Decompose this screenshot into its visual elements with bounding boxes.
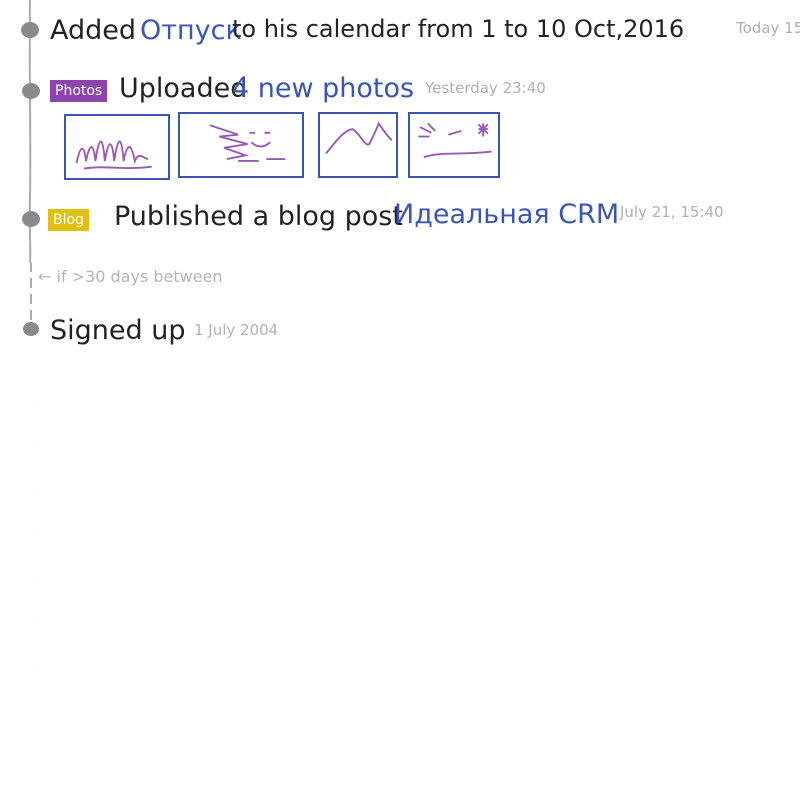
- event-4-text-before: Signed up: [50, 315, 186, 346]
- event-1-time: Today 15:: [736, 19, 800, 37]
- event-4-time: 1 July 2004: [194, 321, 279, 339]
- event-3-link[interactable]: Идеальная CRM: [394, 201, 619, 228]
- event-2-time: Yesterday 23:40: [425, 79, 546, 97]
- sketch-mountains-icon: [325, 121, 393, 155]
- event-3-time: July 21, 15:40: [620, 203, 724, 221]
- event-1-link[interactable]: Отпуск: [140, 17, 242, 44]
- photo-thumbnail[interactable]: [318, 112, 398, 178]
- timeline-dot: [21, 22, 39, 38]
- gap-annotation: ← if >30 days between: [38, 267, 223, 286]
- sketch-lines-face-icon: [209, 124, 286, 162]
- sketch-waves-icon: [75, 140, 152, 170]
- event-3-text-before: Published a blog post: [114, 201, 403, 232]
- timeline-dot: [23, 322, 39, 336]
- activity-timeline: Added Отпуск to his calendar from 1 to 1…: [0, 0, 800, 800]
- timeline-dot: [22, 83, 40, 99]
- event-2-text-before: Uploaded: [119, 73, 248, 104]
- event-1-text-after: to his calendar from 1 to 10 Oct,2016: [232, 15, 685, 43]
- event-2-link[interactable]: 4 new photos: [232, 75, 414, 102]
- blog-tag: Blog: [48, 209, 89, 231]
- sketch-sun-horizon-icon: [418, 122, 492, 159]
- photo-thumbnail[interactable]: [64, 114, 170, 180]
- timeline-dot: [22, 211, 40, 227]
- event-1-text-before: Added: [50, 15, 137, 46]
- photo-thumbnail[interactable]: [408, 112, 500, 178]
- photos-tag: Photos: [50, 80, 108, 102]
- photo-thumbnail[interactable]: [178, 112, 304, 178]
